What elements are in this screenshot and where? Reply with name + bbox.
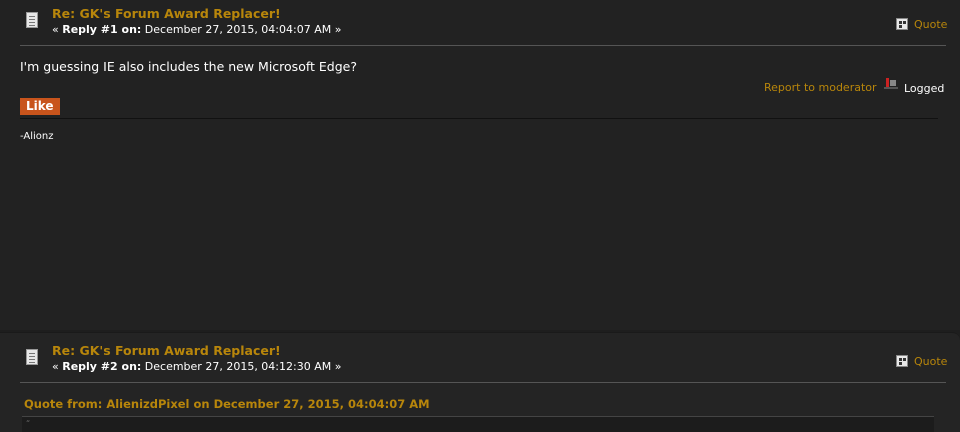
signature-divider <box>20 118 938 119</box>
header-divider <box>20 382 946 383</box>
quote-box: “ <box>22 416 934 432</box>
logged-ip-icon <box>884 78 898 89</box>
logged-label: Logged <box>904 82 945 95</box>
like-button[interactable]: Like <box>20 98 60 115</box>
post-subject-link[interactable]: Re: GK's Forum Award Replacer! <box>52 6 281 21</box>
post-meta: « Reply #1 on: December 27, 2015, 04:04:… <box>52 23 341 36</box>
post-date: December 27, 2015, 04:04:07 AM » <box>141 23 342 36</box>
quote-button[interactable]: Quote <box>896 355 947 368</box>
quote-label: Quote <box>914 355 948 368</box>
quote-label: Quote <box>914 18 948 31</box>
reply-number: Reply #1 on: <box>62 23 142 36</box>
meta-prefix: « <box>52 360 63 373</box>
post-reply-1: Re: GK's Forum Award Replacer! « Reply #… <box>0 0 960 330</box>
post-meta: « Reply #2 on: December 27, 2015, 04:12:… <box>52 360 341 373</box>
quote-icon <box>896 18 908 30</box>
post-body: I'm guessing IE also includes the new Mi… <box>20 59 357 74</box>
header-divider <box>20 45 946 46</box>
quote-mark: “ <box>26 419 31 428</box>
quote-header-link[interactable]: Quote from: AlienizdPixel on December 27… <box>24 397 430 411</box>
meta-prefix: « <box>52 23 63 36</box>
quote-icon <box>896 355 908 367</box>
document-icon <box>26 12 38 28</box>
post-subject-link[interactable]: Re: GK's Forum Award Replacer! <box>52 343 281 358</box>
post-date: December 27, 2015, 04:12:30 AM » <box>141 360 342 373</box>
report-to-moderator-link[interactable]: Report to moderator <box>764 81 877 94</box>
quote-button[interactable]: Quote <box>896 18 947 31</box>
document-icon <box>26 349 38 365</box>
signature: -Alionz <box>20 131 54 142</box>
reply-number: Reply #2 on: <box>62 360 142 373</box>
